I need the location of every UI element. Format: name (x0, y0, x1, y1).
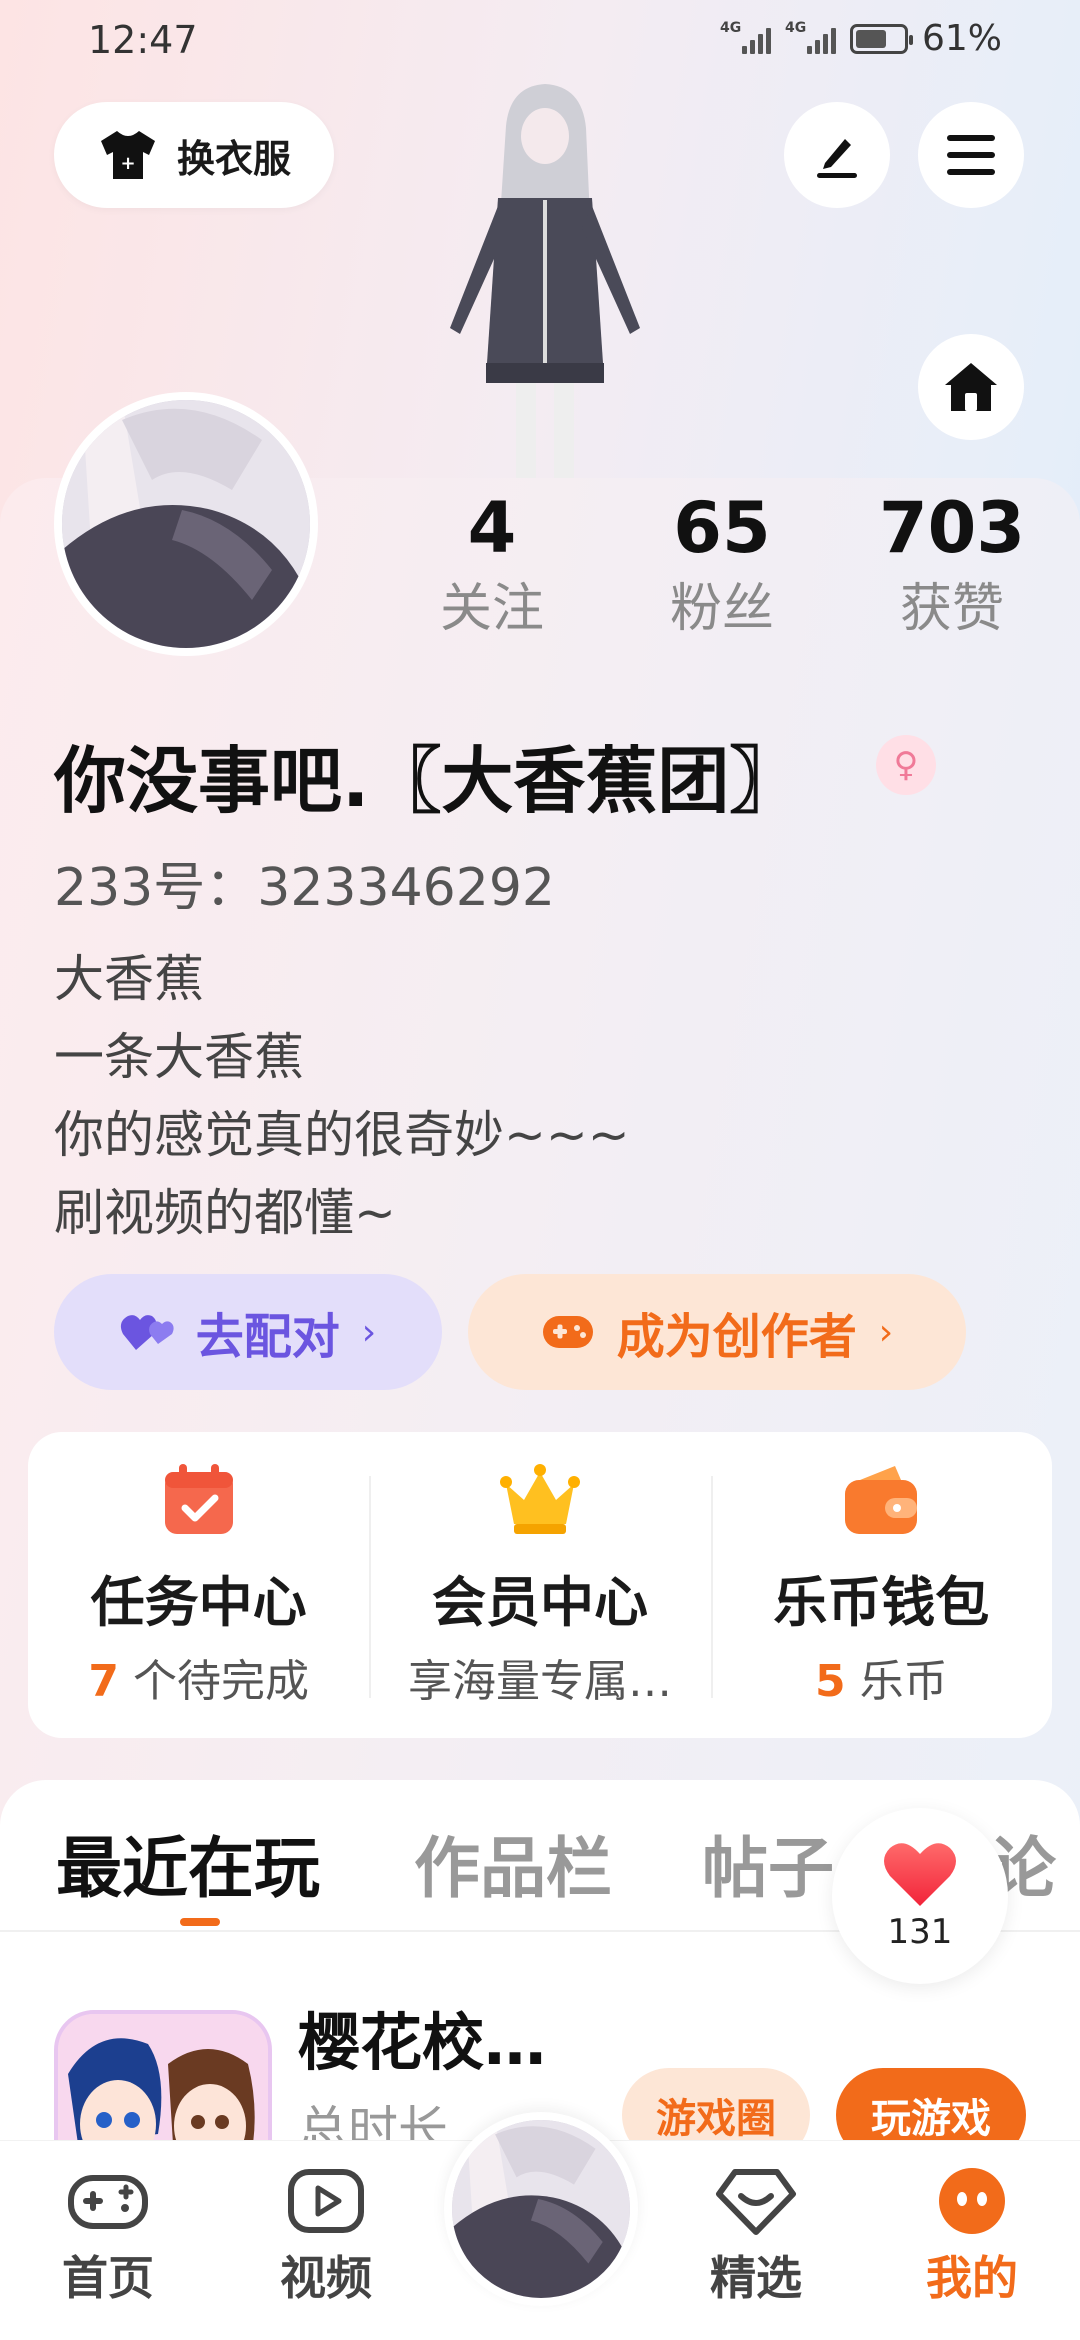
likes-count: 703 (878, 487, 1026, 569)
signal-icon-2: 4G (785, 20, 836, 54)
task-center-sub: 7 个待完成 (88, 1656, 309, 1707)
crown-icon (499, 1464, 580, 1534)
stat-likes[interactable]: 703 获赞 (862, 488, 1042, 644)
nav-home[interactable]: 首页 (38, 2166, 178, 2308)
bio: 大香蕉 一条大香蕉 你的感觉真的很奇妙~~~ 刷视频的都懂~ (54, 940, 630, 1252)
member-center-title: 会员中心 (431, 1571, 648, 1634)
tab-works[interactable]: 作品栏 (414, 1815, 612, 1911)
battery-percent: 61% (921, 18, 1002, 59)
become-creator-button[interactable]: 成为创作者 › (468, 1274, 966, 1390)
nav-center-avatar[interactable] (444, 2112, 638, 2306)
menu-button[interactable] (918, 102, 1024, 208)
following-label: 关注 (439, 579, 544, 639)
game-title[interactable]: 樱花校… (298, 1992, 546, 2082)
face-icon (939, 2168, 1005, 2234)
chevron-right-icon: › (878, 1311, 894, 1353)
hamburger-menu-icon (947, 135, 995, 175)
nav-video-label: 视频 (280, 2251, 372, 2305)
match-label: 去配对 (195, 1309, 340, 1365)
nav-featured-label: 精选 (710, 2251, 802, 2305)
nav-me-label: 我的 (926, 2251, 1018, 2305)
video-play-icon (288, 2169, 364, 2233)
bio-line: 你的感觉真的很奇妙~~~ (54, 1106, 630, 1164)
bio-line: 刷视频的都懂~ (54, 1184, 396, 1242)
calendar-check-icon (164, 1464, 233, 1534)
avatar-character[interactable] (420, 78, 670, 478)
status-icons: 4G 4G 61% (720, 18, 1002, 59)
battery-icon (849, 23, 913, 54)
fans-label: 粉丝 (669, 579, 774, 639)
avatar-image (62, 400, 310, 648)
svg-text:+: + (120, 153, 135, 174)
heart-icon (884, 1843, 956, 1906)
gamepad-icon (68, 2175, 148, 2229)
hearts-icon (120, 1315, 174, 1350)
user-id[interactable]: 233号：323346292 (54, 845, 555, 920)
chevron-right-icon: › (361, 1311, 377, 1353)
tab-indicator (180, 1918, 220, 1926)
nav-me[interactable]: 我的 (902, 2166, 1042, 2308)
change-outfit-button[interactable]: + 换衣服 (54, 102, 334, 208)
likes-label: 获赞 (899, 579, 1004, 639)
tab-recently-played[interactable]: 最近在玩 (56, 1815, 320, 1911)
coin-wallet[interactable]: 乐币钱包 5 乐币 (710, 1432, 1052, 1738)
task-center[interactable]: 任务中心 7 个待完成 (28, 1432, 369, 1738)
gamepad-icon (542, 1316, 593, 1348)
services-card: 任务中心 7 个待完成 会员中心 享海量专属… 乐币钱包 5 乐币 (28, 1432, 1052, 1738)
stat-fans[interactable]: 65 粉丝 (632, 488, 812, 644)
member-center[interactable]: 会员中心 享海量专属… (369, 1432, 710, 1738)
following-count: 4 (467, 487, 517, 569)
change-outfit-label: 换衣服 (176, 136, 291, 181)
task-center-title: 任务中心 (90, 1571, 307, 1634)
female-gender-icon: ♀ (876, 735, 936, 795)
match-button[interactable]: 去配对 › (54, 1274, 442, 1390)
home-button[interactable] (918, 334, 1024, 440)
home-icon (945, 363, 997, 411)
pencil-icon (817, 139, 857, 178)
bio-line: 一条大香蕉 (54, 1028, 304, 1086)
avatar-image (452, 2120, 630, 2298)
nav-home-label: 首页 (62, 2251, 154, 2305)
become-creator-label: 成为创作者 (616, 1309, 857, 1365)
tab-posts[interactable]: 帖子 (702, 1815, 834, 1911)
profile-avatar[interactable] (54, 392, 318, 656)
nav-featured[interactable]: 精选 (686, 2166, 826, 2308)
coin-wallet-sub: 5 乐币 (815, 1656, 948, 1707)
floating-like-button[interactable]: 131 (832, 1808, 1008, 1984)
heart-bubble-icon (716, 2169, 796, 2235)
username: 你没事吧.〖大香蕉团〗 (54, 739, 802, 823)
signal-icon: 4G (720, 20, 771, 54)
edit-button[interactable] (784, 102, 890, 208)
bio-line: 大香蕉 (54, 950, 204, 1008)
fans-count: 65 (673, 487, 771, 569)
tshirt-icon: + (100, 131, 155, 179)
wallet-icon (845, 1466, 918, 1534)
coin-wallet-title: 乐币钱包 (773, 1571, 990, 1634)
status-time: 12:47 (88, 18, 198, 62)
stat-following[interactable]: 4 关注 (402, 488, 582, 644)
like-count: 131 (887, 1912, 953, 1952)
nav-video[interactable]: 视频 (256, 2166, 396, 2308)
member-center-sub: 享海量专属… (407, 1656, 672, 1707)
